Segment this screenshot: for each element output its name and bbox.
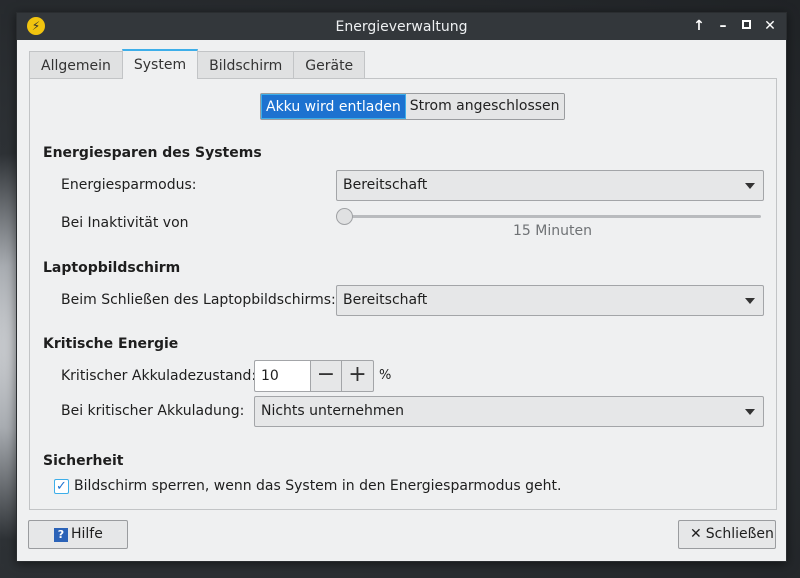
critical-power-heading: Kritische Energie [43,336,179,352]
tab-bar: Allgemein System Bildschirm Geräte [29,49,366,79]
system-tab-panel: Akku wird entladen Strom angeschlossen E… [29,78,777,510]
tab-allgemein[interactable]: Allgemein [29,51,123,79]
decrement-button[interactable]: − [310,360,342,392]
security-heading: Sicherheit [43,453,124,469]
lid-close-label: Beim Schließen des Laptopbildschirms: [61,292,336,308]
sleep-mode-select[interactable]: Bereitschaft [336,170,764,201]
help-icon: ? [54,527,68,542]
tab-bildschirm[interactable]: Bildschirm [197,51,295,79]
power-source-toggle: Akku wird entladen Strom angeschlossen [260,93,565,120]
chevron-down-icon [745,183,755,189]
critical-action-select[interactable]: Nichts unternehmen [254,396,764,427]
help-button[interactable]: ? Hilfe [28,520,128,549]
keep-above-icon[interactable]: ↑ [690,17,708,35]
lid-close-select[interactable]: Bereitschaft [336,285,764,316]
critical-level-input[interactable]: 10 [254,360,310,392]
inactivity-value: 15 Minuten [513,223,592,239]
close-button[interactable]: ✕ Schließen [678,520,776,549]
window-title: Energieverwaltung [335,18,468,35]
lock-screen-label[interactable]: Bildschirm sperren, wenn das System in d… [74,478,561,494]
close-icon: ✕ [690,526,702,542]
critical-level-stepper: 10 − + [254,360,374,392]
close-button-label: Schließen [705,526,774,542]
critical-level-label: Kritischer Akkuladezustand: [61,368,257,384]
sleep-mode-label: Energiesparmodus: [61,177,197,193]
help-button-label: Hilfe [71,526,103,542]
power-manager-window: ⚡ Energieverwaltung ↑ – ✕ Allgemein Syst… [16,12,787,562]
title-bar[interactable]: ⚡ Energieverwaltung ↑ – ✕ [17,13,786,40]
critical-action-label: Bei kritischer Akkuladung: [61,403,245,419]
inactivity-slider-track[interactable] [347,215,761,218]
sleep-mode-value: Bereitschaft [343,177,428,193]
chevron-down-icon [745,409,755,415]
close-window-icon[interactable]: ✕ [761,17,779,35]
minimize-icon[interactable]: – [714,17,732,35]
increment-button[interactable]: + [342,360,374,392]
tab-geraete[interactable]: Geräte [293,51,366,79]
percent-unit: % [379,368,392,383]
critical-action-value: Nichts unternehmen [261,403,405,419]
system-power-heading: Energiesparen des Systems [43,145,262,161]
tab-system[interactable]: System [121,49,199,79]
lid-close-value: Bereitschaft [343,292,428,308]
laptop-display-heading: Laptopbildschirm [43,260,181,276]
plugged-mode-button[interactable]: Strom angeschlossen [405,94,564,119]
inactivity-slider-handle[interactable] [336,208,353,225]
lock-screen-checkbox[interactable]: ✓ [54,479,69,494]
maximize-icon[interactable] [737,17,755,35]
battery-mode-button[interactable]: Akku wird entladen [261,94,406,119]
inactivity-label: Bei Inaktivität von [61,215,189,231]
chevron-down-icon [745,298,755,304]
